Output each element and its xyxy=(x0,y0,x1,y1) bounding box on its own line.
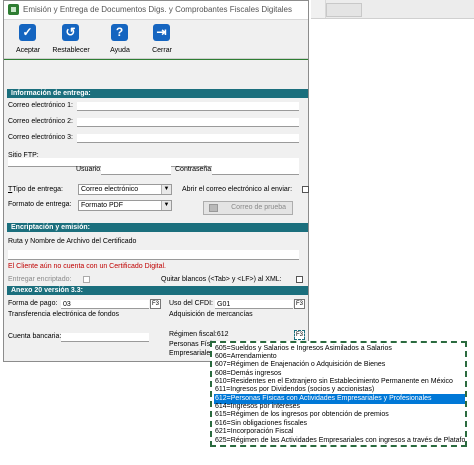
toolbar: ✓ Aceptar ↺ Restablecer ? Ayuda ⇥ Cerrar xyxy=(4,20,308,59)
section-header-encriptacion: Encriptación y emisión: xyxy=(7,223,308,232)
cerrar-label: Cerrar xyxy=(152,47,172,54)
check-icon: ✓ xyxy=(19,24,36,41)
correo2-label: Correo electrónico 2: xyxy=(8,118,73,125)
restablecer-label: Restablecer xyxy=(52,47,90,54)
uso-cfdi-description: Adquisición de mercancías xyxy=(169,311,253,318)
background-toolbar-strip xyxy=(311,0,474,19)
refresh-icon: ↺ xyxy=(62,24,79,41)
correo1-field[interactable] xyxy=(77,102,299,111)
tipo-entrega-label: TTipo de entrega: xyxy=(8,186,64,193)
aceptar-label: Aceptar xyxy=(15,47,41,54)
forma-pago-field[interactable]: 03 xyxy=(61,300,149,309)
correo1-label: Correo electrónico 1: xyxy=(8,102,73,109)
certificado-warning: El Cliente aún no cuenta con un Certific… xyxy=(8,263,166,270)
correo-prueba-button[interactable]: Correo de prueba xyxy=(203,201,293,215)
formato-entrega-value: Formato PDF xyxy=(81,202,124,209)
background-scrollbar[interactable] xyxy=(311,0,326,18)
ayuda-button[interactable]: ? Ayuda xyxy=(98,23,142,57)
ruta-certificado-field[interactable] xyxy=(8,250,299,260)
formato-entrega-label: Formato de entrega: xyxy=(8,201,72,208)
correo2-field[interactable] xyxy=(77,118,299,127)
title-bar[interactable]: Emisión y Entrega de Documentos Digs. y … xyxy=(4,1,308,20)
contrasena-label: Contraseña: xyxy=(175,166,214,173)
empresariales-label: Empresariales xyxy=(169,350,214,357)
chevron-down-icon: ▼ xyxy=(161,185,171,194)
uso-cfdi-f3-button[interactable]: F3 xyxy=(294,299,305,309)
restablecer-button[interactable]: ↺ Restablecer xyxy=(46,23,96,57)
chevron-down-icon: ▼ xyxy=(161,201,171,210)
forma-pago-label: Forma de pago: xyxy=(8,300,58,307)
forma-pago-description: Transferencia electrónica de fondos xyxy=(8,311,120,318)
cuenta-bancaria-field[interactable] xyxy=(61,333,149,342)
regimen-f3-button[interactable]: F3 xyxy=(294,330,305,340)
formato-entrega-select[interactable]: Formato PDF ▼ xyxy=(78,200,172,211)
cerrar-button[interactable]: ⇥ Cerrar xyxy=(140,23,184,57)
window-title: Emisión y Entrega de Documentos Digs. y … xyxy=(23,5,293,14)
contrasena-field[interactable] xyxy=(212,166,299,175)
section-header-anexo: Anexo 20 versión 3.3: xyxy=(7,286,308,295)
entregar-encriptado-checkbox[interactable] xyxy=(83,276,90,283)
correo3-label: Correo electrónico 3: xyxy=(8,134,73,141)
regimen-fiscal-dropdown: 605=Sueldos y Salarios e Ingresos Asimil… xyxy=(210,341,467,447)
regimen-fiscal-value: 612 xyxy=(216,331,229,338)
quitar-blancos-checkbox[interactable] xyxy=(296,276,303,283)
forma-pago-f3-button[interactable]: F3 xyxy=(150,299,161,309)
quitar-blancos-label: Quitar blancos (<Tab> y <LF>) al XML: xyxy=(161,276,282,283)
ayuda-label: Ayuda xyxy=(110,47,130,54)
envelope-icon xyxy=(209,204,218,212)
dropdown-item[interactable]: 625=Régimen de las Actividades Empresari… xyxy=(214,436,465,445)
regimen-fiscal-label: Régimen fiscal:612 xyxy=(169,331,229,338)
help-icon: ? xyxy=(111,24,128,41)
abrir-correo-checkbox[interactable] xyxy=(302,186,309,193)
tipo-entrega-value: Correo electrónico xyxy=(81,186,139,193)
section-header-entrega: Información de entrega: xyxy=(7,89,308,98)
uso-cfdi-field[interactable]: G01 xyxy=(215,300,293,309)
usuario-label: Usuario: xyxy=(76,166,103,173)
uso-cfdi-label: Uso del CFDI: xyxy=(169,300,213,307)
usuario-field[interactable] xyxy=(101,166,171,175)
ruta-certificado-label: Ruta y Nombre de Archivo del Certificado xyxy=(8,238,137,245)
close-door-icon: ⇥ xyxy=(153,24,170,41)
background-button[interactable] xyxy=(326,3,362,17)
correo-prueba-label: Correo de prueba xyxy=(231,204,286,211)
app-icon xyxy=(8,4,19,15)
abrir-correo-label: Abrir el correo electrónico al enviar: xyxy=(182,186,293,193)
tipo-entrega-select[interactable]: Correo electrónico ▼ xyxy=(78,184,172,195)
toolbar-separator xyxy=(4,59,308,60)
dialog-window: Emisión y Entrega de Documentos Digs. y … xyxy=(3,0,309,362)
aceptar-button[interactable]: ✓ Aceptar xyxy=(6,23,50,57)
cuenta-bancaria-label: Cuenta bancaria: xyxy=(8,333,62,340)
correo3-field[interactable] xyxy=(77,134,299,143)
entregar-encriptado-label: Entregar encriptado: xyxy=(8,276,72,283)
